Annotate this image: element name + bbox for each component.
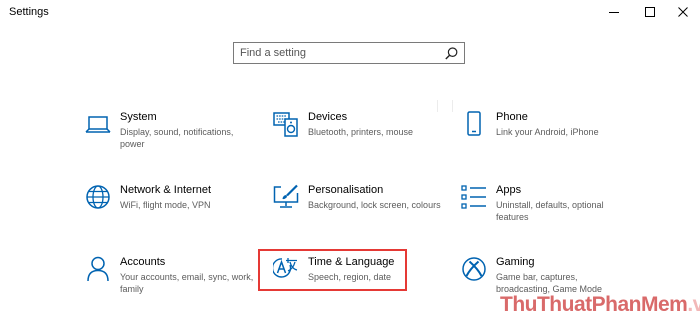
- title-bar: Settings: [0, 0, 700, 26]
- tile-title: Gaming: [496, 256, 535, 268]
- tile-title: Phone: [496, 111, 528, 123]
- paint-monitor-icon: [273, 184, 299, 208]
- settings-tile-phone[interactable]: Phone Link your Android, iPhone: [461, 111, 641, 161]
- tile-description: Speech, region, date: [308, 272, 392, 282]
- tile-title: Apps: [496, 184, 522, 196]
- laptop-icon: [85, 116, 111, 133]
- globe-icon: [86, 185, 110, 209]
- settings-tile-devices[interactable]: Devices Bluetooth, printers, mouse: [273, 111, 453, 161]
- tile-description: Game bar, captures, broadcasting, Game M…: [496, 272, 603, 294]
- settings-tile-apps[interactable]: Apps Uninstall, defaults, optional featu…: [461, 184, 641, 234]
- phone-icon: [467, 111, 481, 136]
- minimize-icon: [609, 12, 619, 13]
- tile-description: Bluetooth, printers, mouse: [308, 127, 414, 137]
- close-icon: [678, 7, 688, 17]
- settings-tile-system[interactable]: System Display, sound, notifications, po…: [85, 111, 265, 161]
- tile-description: Display, sound, notifications, power: [120, 127, 234, 149]
- tile-title: Network & Internet: [120, 184, 212, 196]
- keyboard-speaker-icon: [273, 112, 298, 137]
- search-box[interactable]: [233, 42, 465, 64]
- tile-description: Background, lock screen, colours: [308, 200, 441, 210]
- watermark-part: .vn: [687, 293, 700, 316]
- tile-description: Uninstall, defaults, optional features: [496, 200, 604, 222]
- settings-tile-network-internet[interactable]: Network & Internet WiFi, flight mode, VP…: [85, 184, 265, 234]
- settings-tile-personalisation[interactable]: Personalisation Background, lock screen,…: [273, 184, 453, 234]
- time-language-icon: [273, 258, 298, 278]
- settings-tile-time-language[interactable]: Time & Language Speech, region, date: [273, 256, 453, 306]
- apps-list-icon: [461, 185, 486, 209]
- tile-title: Time & Language: [308, 256, 395, 268]
- settings-tile-accounts[interactable]: Accounts Your accounts, email, sync, wor…: [85, 256, 265, 306]
- watermark-part: ThuThuat: [500, 293, 592, 316]
- maximize-button[interactable]: [633, 0, 667, 24]
- window-title: Settings: [9, 6, 49, 18]
- xbox-icon: [462, 257, 486, 281]
- minimize-button[interactable]: [597, 0, 631, 24]
- person-icon: [87, 256, 109, 282]
- tile-title: Accounts: [120, 256, 166, 268]
- tile-description: WiFi, flight mode, VPN: [120, 200, 211, 210]
- tile-title: System: [120, 111, 157, 123]
- tile-description: Your accounts, email, sync, work, family: [120, 272, 254, 294]
- maximize-icon: [645, 7, 655, 17]
- search-input[interactable]: [240, 43, 436, 63]
- close-button[interactable]: [666, 0, 700, 24]
- tile-title: Personalisation: [308, 184, 384, 196]
- search-icon[interactable]: [445, 47, 458, 60]
- tile-title: Devices: [308, 111, 348, 123]
- watermark-part: PhanMem: [591, 293, 688, 316]
- watermark: ThuThuatPhanMem.vn: [500, 293, 700, 317]
- tile-description: Link your Android, iPhone: [496, 127, 599, 137]
